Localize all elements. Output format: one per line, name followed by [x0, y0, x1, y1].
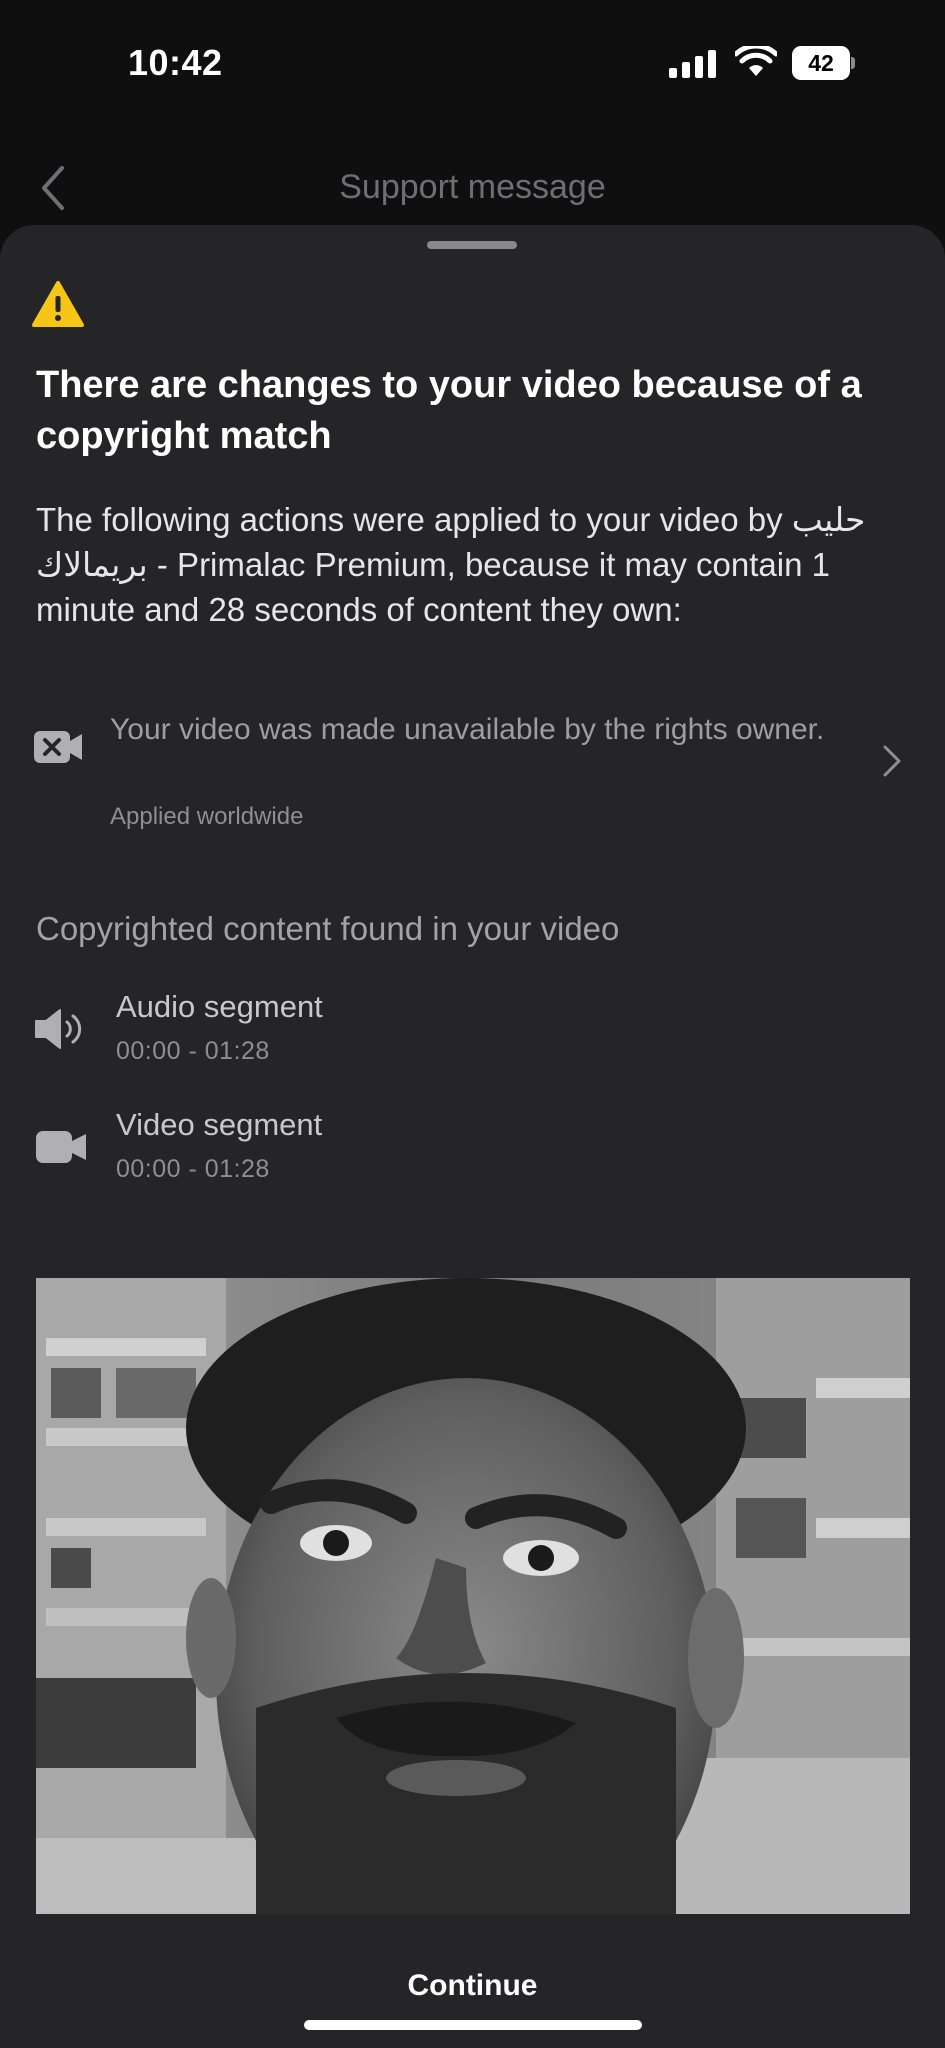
action-subtext: Applied worldwide [110, 803, 304, 830]
video-camera-icon [36, 1131, 86, 1163]
section-title: Copyrighted content found in your video [36, 910, 620, 947]
segment-label: Video segment [116, 1107, 323, 1142]
video-blocked-icon [34, 731, 82, 763]
support-message-sheet: There are changes to your video because … [0, 225, 945, 2048]
segment-label: Audio segment [116, 989, 323, 1024]
segment-audio: Audio segment 00:00 - 01:28 [0, 989, 945, 1079]
description-text: The following actions were applied to yo… [36, 497, 916, 632]
action-item[interactable]: Your video was made unavailable by the r… [0, 705, 945, 835]
nav-bar: Support message [0, 150, 945, 230]
segment-video: Video segment 00:00 - 01:28 [0, 1107, 945, 1197]
continue-button[interactable]: Continue [0, 1951, 945, 2021]
segment-time: 00:00 - 01:28 [116, 1037, 270, 1065]
nav-title: Support message [339, 168, 606, 206]
description-prefix: The following actions were applied to yo… [36, 501, 792, 538]
cellular-signal-icon [669, 50, 719, 78]
home-indicator[interactable] [304, 2020, 642, 2030]
chevron-right-icon [883, 745, 901, 777]
segment-time: 00:00 - 01:28 [116, 1155, 270, 1183]
video-preview-image [36, 1278, 910, 1914]
status-time: 10:42 [128, 42, 223, 83]
page-title: There are changes to your video because … [36, 364, 862, 457]
wifi-icon [735, 46, 777, 76]
battery-level: 42 [792, 46, 850, 80]
speaker-icon [35, 1009, 82, 1049]
battery-icon: 42 [792, 46, 856, 80]
warning-triangle-icon [32, 281, 84, 327]
description-suffix: - Primalac Premium, because it may conta… [36, 546, 830, 628]
sheet-grabber[interactable] [427, 241, 517, 249]
action-text: Your video was made unavailable by the r… [110, 713, 825, 746]
status-bar: 10:42 42 [0, 0, 945, 130]
